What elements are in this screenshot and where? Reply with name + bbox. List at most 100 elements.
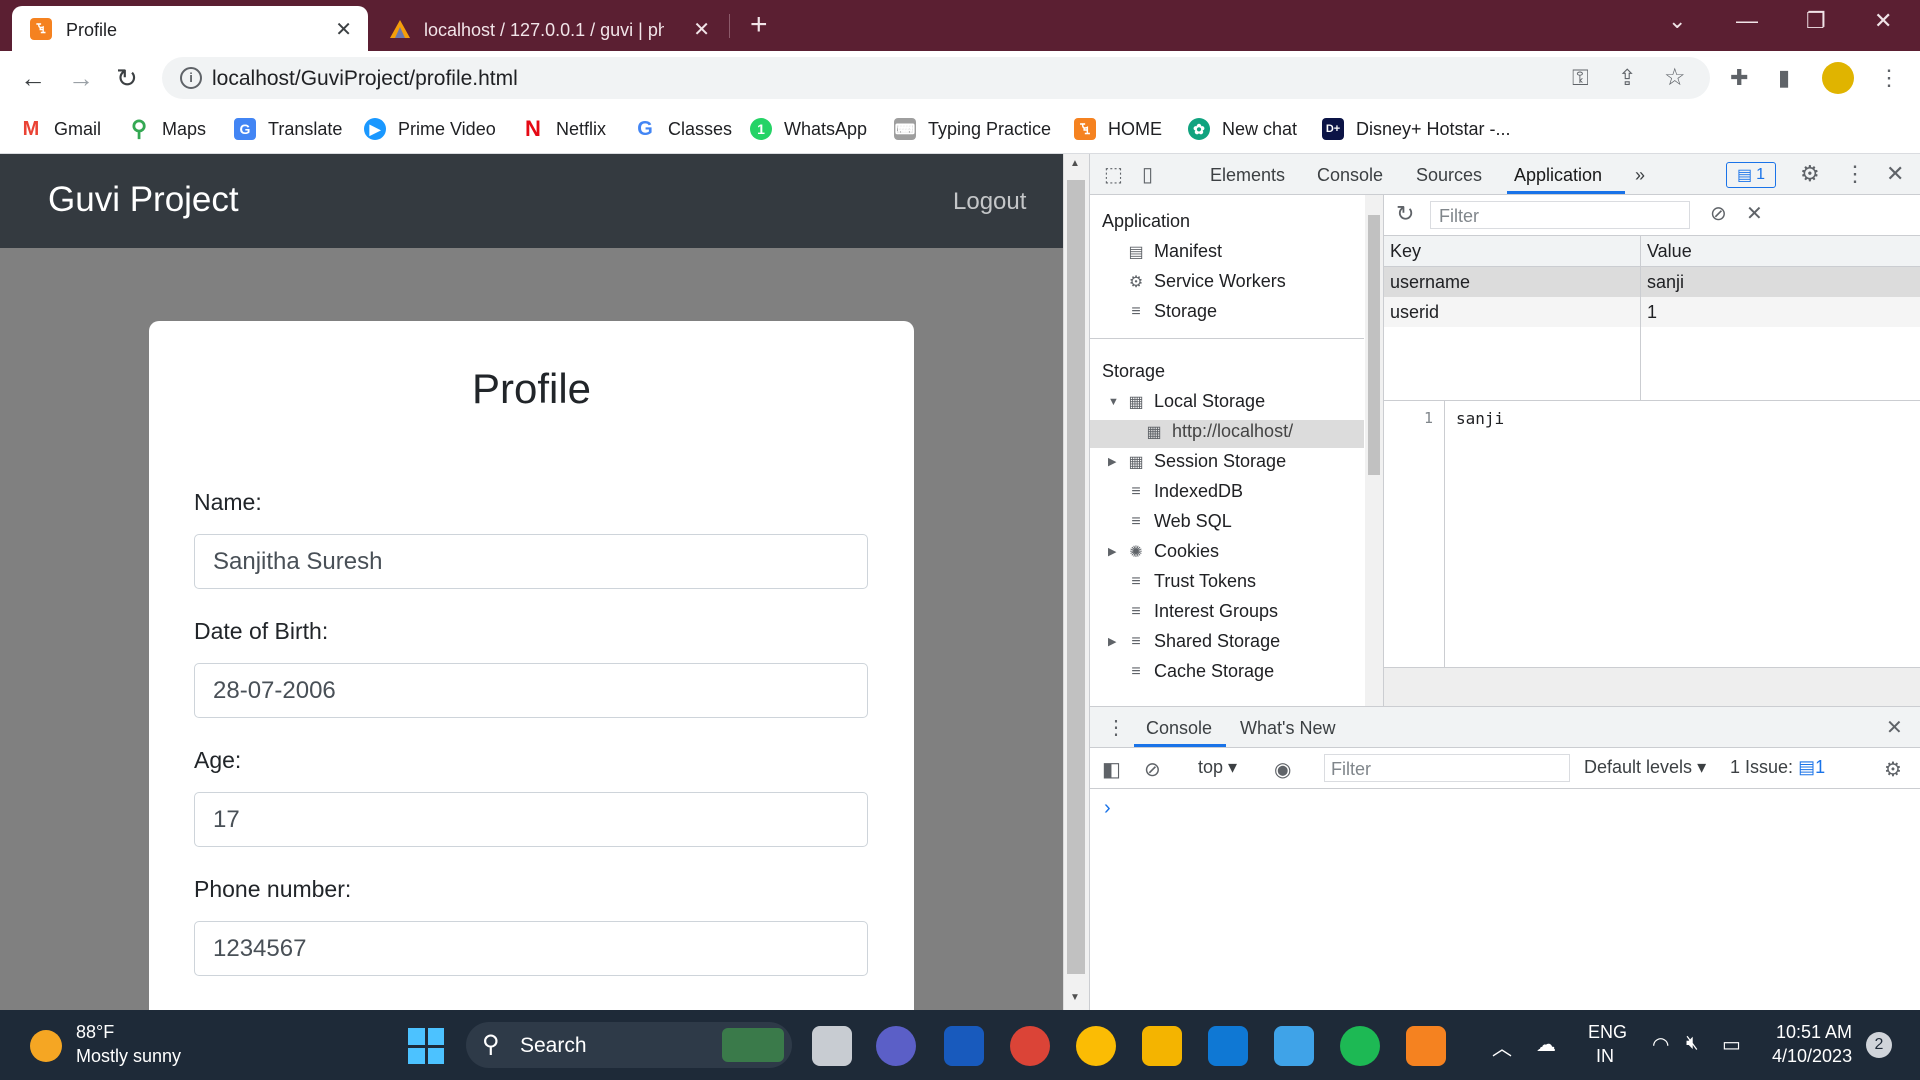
bookmark-prime-video[interactable]: ▶ Prime Video <box>364 115 496 143</box>
bookmark-typing-practice[interactable]: ⌨ Typing Practice <box>894 115 1051 143</box>
taskbar-search[interactable]: ⚲ Search <box>466 1022 792 1068</box>
wifi-icon[interactable]: ◠ <box>1652 1032 1669 1057</box>
live-expression-eye-icon[interactable]: ◉ <box>1274 757 1291 782</box>
table-cell-key[interactable]: userid <box>1384 297 1439 327</box>
key-column-header[interactable]: Key <box>1384 236 1640 267</box>
sidebar-item-local-storage[interactable]: ▼ ▦ Local Storage <box>1108 391 1265 412</box>
site-brand[interactable]: Guvi Project <box>48 180 239 220</box>
word-icon[interactable] <box>944 1026 984 1066</box>
weather-sun-icon[interactable] <box>30 1030 62 1062</box>
inspect-element-icon[interactable]: ⬚ <box>1104 162 1123 187</box>
sidebar-item-localhost[interactable]: ▦ http://localhost/ <box>1144 421 1293 442</box>
battery-icon[interactable]: ▭ <box>1722 1032 1741 1057</box>
tab-console[interactable]: Console <box>1317 165 1383 186</box>
scrollbar-thumb[interactable] <box>1067 180 1085 974</box>
windows-start-icon[interactable] <box>408 1028 444 1064</box>
bookmark-hotstar[interactable]: D+ Disney+ Hotstar -... <box>1322 115 1511 143</box>
tab-profile[interactable]: ꔃ Profile ✕ <box>12 6 368 51</box>
console-settings-gear-icon[interactable]: ⚙ <box>1884 757 1902 782</box>
refresh-icon[interactable]: ↻ <box>1396 201 1414 227</box>
clock-time[interactable]: 10:51 AM <box>1776 1022 1852 1043</box>
scroll-up-arrow-icon[interactable]: ▲ <box>1070 158 1080 169</box>
tab-elements[interactable]: Elements <box>1210 165 1285 186</box>
show-hidden-icons-chevron-icon[interactable]: ︿ <box>1492 1032 1512 1061</box>
console-issues-button[interactable]: 1 Issue: ▤1 <box>1730 757 1825 778</box>
reload-icon[interactable]: ↻ <box>116 63 138 94</box>
share-icon[interactable]: ⇪ <box>1618 65 1636 91</box>
sidebar-item-interest-groups[interactable]: ≡ Interest Groups <box>1126 601 1278 622</box>
sidebar-item-manifest[interactable]: ▤ Manifest <box>1126 241 1222 262</box>
table-cell-key[interactable]: username <box>1384 267 1470 297</box>
bookmark-netflix[interactable]: N Netflix <box>522 115 606 143</box>
tab-application[interactable]: Application <box>1514 165 1602 186</box>
phone-field[interactable]: 1234567 <box>194 921 868 976</box>
minimize-icon[interactable]: — <box>1736 8 1758 34</box>
window-close-icon[interactable]: ✕ <box>1874 8 1892 34</box>
drawer-tab-whats-new[interactable]: What's New <box>1240 718 1335 739</box>
menu-kebab-icon[interactable]: ⋮ <box>1878 65 1900 91</box>
context-select[interactable]: top ▾ <box>1198 757 1237 778</box>
sidebar-item-cache-storage[interactable]: ≡ Cache Storage <box>1126 661 1274 682</box>
console-filter-input[interactable]: Filter <box>1324 754 1570 782</box>
sidebar-item-cookies[interactable]: ▶ ✺ Cookies <box>1108 541 1219 562</box>
weather-temp[interactable]: 88°F <box>76 1022 114 1043</box>
onedrive-cloud-icon[interactable]: ☁ <box>1536 1032 1556 1057</box>
profile-avatar[interactable] <box>1822 62 1854 94</box>
show-sidebar-icon[interactable]: ◧ <box>1102 757 1121 782</box>
tab-phpmyadmin[interactable]: localhost / 127.0.0.1 / guvi | phpMyAdmi… <box>380 6 720 51</box>
teams-chat-icon[interactable] <box>876 1026 916 1066</box>
task-view-icon[interactable] <box>812 1026 852 1066</box>
drawer-menu-icon[interactable]: ⋮ <box>1106 715 1126 740</box>
page-scrollbar[interactable]: ▲ ▼ <box>1063 154 1090 1010</box>
device-toolbar-icon[interactable]: ▯ <box>1142 162 1153 187</box>
sidebar-item-session-storage[interactable]: ▶ ▦ Session Storage <box>1108 451 1286 472</box>
weather-desc[interactable]: Mostly sunny <box>76 1046 181 1067</box>
bookmark-maps[interactable]: ⚲ Maps <box>128 115 206 143</box>
chrome-icon[interactable] <box>1010 1026 1050 1066</box>
table-cell-value[interactable]: sanji <box>1641 267 1684 297</box>
sidebar-item-web-sql[interactable]: ≡ Web SQL <box>1126 511 1231 532</box>
side-panel-icon[interactable]: ▮ <box>1778 65 1790 91</box>
language-secondary[interactable]: IN <box>1596 1046 1614 1067</box>
name-field[interactable]: Sanjitha Suresh <box>194 534 868 589</box>
clear-all-icon[interactable]: ⊘ <box>1710 201 1727 226</box>
drawer-tab-console[interactable]: Console <box>1146 718 1212 739</box>
sidebar-item-shared-storage[interactable]: ▶ ≡ Shared Storage <box>1108 631 1280 652</box>
address-bar[interactable]: i localhost/GuviProject/profile.html ⚿ ⇪… <box>162 57 1710 99</box>
logout-link[interactable]: Logout <box>953 188 1026 216</box>
dob-field[interactable]: 28-07-2006 <box>194 663 868 718</box>
console-prompt-icon[interactable]: › <box>1104 797 1111 820</box>
bookmark-home[interactable]: ꔃ HOME <box>1074 115 1162 143</box>
storage-filter-input[interactable]: Filter <box>1430 201 1690 229</box>
log-levels-select[interactable]: Default levels ▾ <box>1584 757 1706 778</box>
forward-arrow-icon[interactable]: → <box>68 63 94 94</box>
close-drawer-icon[interactable]: ✕ <box>1886 715 1903 740</box>
sidebar-scrollbar[interactable] <box>1365 195 1384 706</box>
language-primary[interactable]: ENG <box>1588 1022 1627 1043</box>
bookmark-gmail[interactable]: M Gmail <box>20 115 101 143</box>
settings-gear-icon[interactable]: ⚙ <box>1800 161 1820 187</box>
bookmark-classes[interactable]: G Classes <box>634 115 732 143</box>
age-field[interactable]: 17 <box>194 792 868 847</box>
clock-date[interactable]: 4/10/2023 <box>1772 1046 1852 1067</box>
key-icon[interactable]: ⚿ <box>1572 65 1589 91</box>
back-arrow-icon[interactable]: ← <box>20 63 46 94</box>
tab-search-chevron-icon[interactable]: ⌄ <box>1668 8 1686 34</box>
scrollbar-thumb[interactable] <box>1368 215 1380 475</box>
bookmark-new-chat[interactable]: ✿ New chat <box>1188 115 1297 143</box>
sidebar-item-storage[interactable]: ≡ Storage <box>1126 301 1217 322</box>
bookmark-translate[interactable]: G Translate <box>234 115 342 143</box>
new-tab-plus-icon[interactable]: + <box>750 8 768 42</box>
extensions-puzzle-icon[interactable]: ✚ <box>1730 65 1748 91</box>
close-tab-icon[interactable]: ✕ <box>693 17 710 42</box>
spotify-icon[interactable] <box>1340 1026 1380 1066</box>
devtools-menu-icon[interactable]: ⋮ <box>1844 161 1866 187</box>
bookmark-whatsapp[interactable]: 1 WhatsApp <box>750 115 867 143</box>
restore-icon[interactable]: ❐ <box>1806 8 1826 34</box>
bookmark-star-icon[interactable]: ☆ <box>1664 63 1686 92</box>
delete-selected-icon[interactable]: ✕ <box>1746 201 1763 226</box>
site-info-icon[interactable]: i <box>180 67 202 89</box>
issues-badge[interactable]: ▤ 1 <box>1726 162 1776 188</box>
notepad-icon[interactable] <box>1274 1026 1314 1066</box>
sidebar-item-trust-tokens[interactable]: ≡ Trust Tokens <box>1126 571 1256 592</box>
